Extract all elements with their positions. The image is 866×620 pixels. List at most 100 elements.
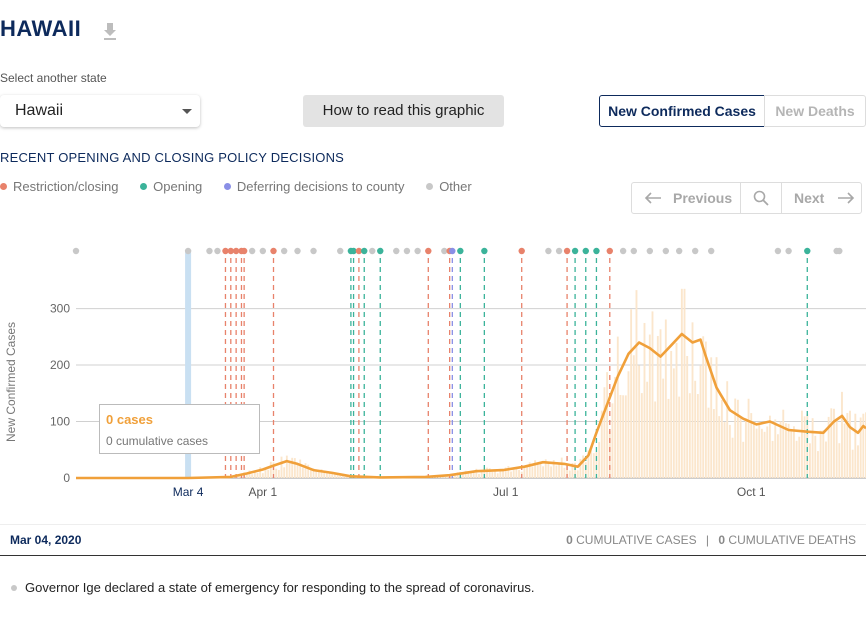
daily-bar (624, 395, 627, 478)
daily-bar (843, 423, 846, 478)
policy-dot-restriction[interactable] (518, 247, 525, 255)
daily-bar (723, 422, 726, 478)
policy-dot-other[interactable] (206, 247, 213, 255)
policy-dot-restriction[interactable] (606, 247, 613, 255)
policy-dot-other[interactable] (691, 247, 699, 255)
daily-bar (862, 413, 865, 478)
policy-dot-restriction[interactable] (563, 247, 571, 255)
daily-bar (558, 463, 561, 478)
daily-bar (309, 469, 312, 478)
daily-bar (491, 471, 494, 478)
new-deaths-tab[interactable]: New Deaths (764, 95, 866, 127)
x-tick-label: Jul 1 (493, 485, 519, 499)
policy-dot-other[interactable] (662, 247, 670, 255)
daily-bar (739, 417, 742, 478)
policy-dot-opening[interactable] (593, 247, 600, 255)
policy-dot-other[interactable] (836, 247, 843, 255)
daily-bar (662, 378, 665, 478)
daily-bar (654, 401, 657, 478)
daily-bar (707, 407, 710, 478)
policy-dot-other[interactable] (619, 247, 627, 255)
policy-dot-restriction[interactable] (425, 247, 432, 255)
daily-bar (275, 468, 278, 478)
legend-item-other: Other (426, 179, 472, 194)
download-icon[interactable] (102, 22, 118, 42)
next-label: Next (794, 190, 825, 206)
how-to-read-button[interactable]: How to read this graphic (303, 95, 504, 127)
y-tick-label: 200 (50, 358, 70, 372)
policy-dot-other[interactable] (708, 247, 715, 255)
policy-dot-other[interactable] (310, 247, 317, 255)
daily-bar (798, 436, 801, 478)
daily-bar (598, 441, 601, 478)
daily-bar (614, 376, 617, 478)
daily-bar (782, 409, 785, 478)
daily-bar (576, 470, 579, 478)
policy-dot-other[interactable] (545, 247, 552, 255)
policy-dot-other[interactable] (184, 247, 192, 255)
daily-bar (670, 350, 673, 478)
daily-bar (539, 463, 542, 478)
daily-bar (736, 399, 739, 478)
next-button[interactable]: Next (782, 183, 862, 213)
cases-chart[interactable]: 0 100 200 300 New Confirmed Cases Mar 4 Apr 1 J… (0, 232, 866, 512)
policy-dot-other[interactable] (785, 247, 792, 255)
daily-bar (301, 467, 304, 478)
daily-bar (651, 311, 654, 478)
x-tick-label: Oct 1 (737, 485, 766, 499)
previous-button[interactable]: Previous (632, 183, 741, 213)
policy-dot-other[interactable] (774, 247, 782, 255)
policy-dot-other[interactable] (630, 247, 638, 255)
policy-dot-other[interactable] (555, 247, 563, 255)
policy-dot-opening[interactable] (457, 247, 464, 255)
cumulative-cases-label: CUMULATIVE CASES (576, 533, 697, 547)
event-dot-other (11, 585, 17, 591)
daily-bar (630, 309, 633, 478)
page-title: HAWAII (0, 16, 82, 41)
daily-bar (245, 474, 248, 478)
policy-dot-restriction[interactable] (240, 247, 248, 255)
daily-bar (606, 372, 609, 478)
policy-dot-other[interactable] (337, 247, 344, 255)
policy-dot-other[interactable] (403, 247, 411, 255)
policy-dot-restriction[interactable] (270, 247, 277, 255)
policy-dot-other[interactable] (248, 247, 256, 255)
daily-bar (686, 356, 689, 478)
daily-bar (672, 368, 675, 478)
new-cases-tab[interactable]: New Confirmed Cases (599, 95, 765, 127)
daily-bar (462, 474, 464, 478)
policy-dot-other[interactable] (280, 247, 288, 255)
daily-bar (635, 290, 638, 478)
policy-dot-other[interactable] (294, 247, 301, 255)
policy-dot-opening[interactable] (377, 247, 384, 255)
legend-dot-opening (140, 183, 148, 190)
policy-dot-deferring[interactable] (449, 247, 456, 255)
daily-bar (715, 357, 718, 478)
policy-dot-opening[interactable] (571, 247, 579, 255)
legend-label-other: Other (439, 179, 472, 194)
daily-bar (696, 394, 699, 478)
daily-bar (803, 416, 806, 478)
policy-dot-other[interactable] (259, 247, 267, 255)
policy-heading: RECENT OPENING AND CLOSING POLICY DECISI… (0, 150, 345, 165)
state-select[interactable]: Hawaii (0, 95, 200, 127)
search-button[interactable] (741, 183, 782, 213)
daily-bar (568, 470, 571, 478)
policy-dot-other[interactable] (214, 247, 221, 255)
arrow-right-icon (838, 192, 855, 204)
policy-dot-opening[interactable] (804, 247, 811, 255)
policy-dot-other[interactable] (369, 247, 376, 255)
policy-dot-opening[interactable] (582, 247, 589, 255)
policy-dot-opening[interactable] (481, 247, 488, 255)
daily-bar (849, 410, 851, 478)
event-list-item: Governor Ige declared a state of emergen… (11, 580, 534, 595)
cumulative-separator: | (705, 533, 710, 547)
policy-dot-other[interactable] (414, 247, 421, 255)
policy-dot-opening[interactable] (361, 247, 368, 255)
event-pager: Previous Next (631, 182, 862, 214)
policy-dot-other[interactable] (393, 247, 400, 255)
policy-dot-other[interactable] (646, 247, 654, 255)
policy-dot-other[interactable] (675, 247, 683, 255)
tooltip-cumulative: 0 cumulative cases (106, 434, 209, 448)
policy-dot-other[interactable] (72, 247, 80, 255)
